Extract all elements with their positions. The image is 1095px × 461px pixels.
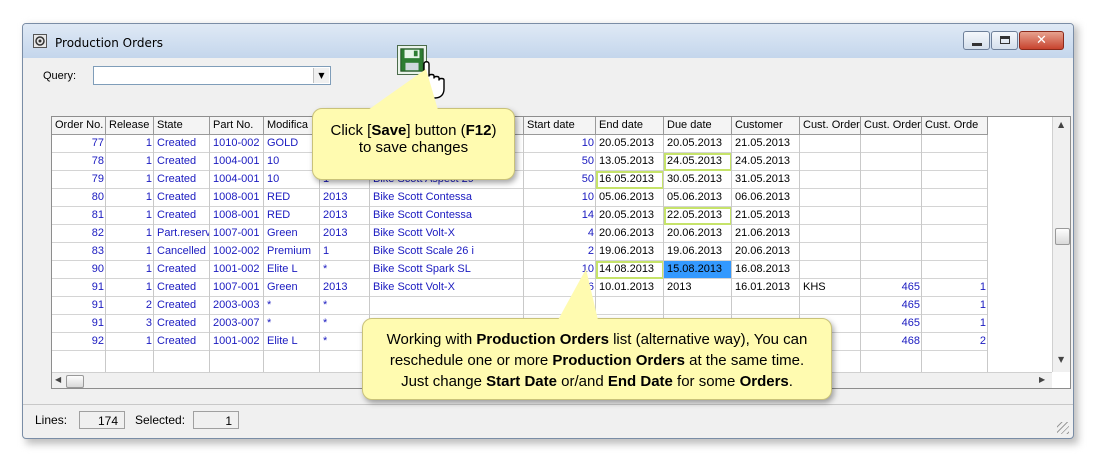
- query-dropdown[interactable]: ▼: [93, 66, 331, 85]
- scroll-right-icon[interactable]: ▶: [1039, 375, 1045, 384]
- vertical-scrollbar[interactable]: ▲ ▼: [1052, 117, 1070, 372]
- list-callout-bold: End Date: [607, 373, 673, 390]
- column-divider: [52, 117, 106, 372]
- column-divider: [922, 117, 988, 372]
- maximize-button[interactable]: [991, 31, 1018, 50]
- save-callout-mid: ] button (: [406, 122, 466, 139]
- list-callout-text: Working with: [386, 331, 477, 348]
- column-header[interactable]: Cust. Orde: [922, 117, 988, 135]
- list-callout-text: or/and: [556, 373, 608, 390]
- column-header[interactable]: Customer: [732, 117, 800, 135]
- save-callout-key: F12: [465, 122, 492, 139]
- column-divider: [861, 117, 922, 372]
- vertical-scroll-thumb[interactable]: [1055, 228, 1070, 245]
- callout-pointer: [558, 269, 598, 320]
- save-callout-pre: Click [: [330, 122, 372, 139]
- callout-pointer: [368, 69, 438, 110]
- list-callout-text: reschedule one or more: [389, 352, 553, 369]
- list-callout-text: .: [788, 373, 793, 390]
- production-orders-icon: [33, 34, 47, 48]
- column-header[interactable]: State: [154, 117, 210, 135]
- list-callout-text: at the same time.: [684, 352, 805, 369]
- list-callout-text: for some: [672, 373, 740, 390]
- column-header[interactable]: End date: [596, 117, 664, 135]
- title-bar[interactable]: Production Orders ✕: [23, 24, 1073, 58]
- maximize-icon: [1000, 36, 1010, 44]
- selected-label: Selected:: [135, 413, 186, 427]
- column-divider: [106, 117, 154, 372]
- close-button[interactable]: ✕: [1019, 31, 1064, 50]
- resize-grip-icon[interactable]: [1057, 422, 1069, 434]
- column-divider: [154, 117, 210, 372]
- column-header[interactable]: Order No.: [52, 117, 106, 135]
- column-header[interactable]: Start date: [524, 117, 596, 135]
- list-callout-text: list (alternative way), You can: [608, 331, 808, 348]
- save-callout: Click [Save] button (F12) to save change…: [312, 69, 515, 180]
- scroll-down-icon[interactable]: ▼: [1058, 355, 1064, 364]
- chevron-down-icon[interactable]: ▼: [313, 68, 329, 83]
- list-callout: Working with Production Orders list (alt…: [362, 269, 832, 400]
- save-callout-save: Save: [371, 122, 407, 139]
- save-callout-post: ): [491, 122, 497, 139]
- window-title: Production Orders: [55, 36, 164, 50]
- minimize-icon: [972, 43, 982, 46]
- close-icon: ✕: [1036, 33, 1047, 48]
- save-callout-line2: to save changes: [358, 139, 469, 156]
- lines-count: 174: [79, 411, 125, 429]
- status-divider: [23, 404, 1073, 405]
- column-header[interactable]: Cust. Order L: [861, 117, 922, 135]
- list-callout-bold: Orders: [739, 373, 789, 390]
- list-callout-bold: Start Date: [486, 373, 557, 390]
- column-header[interactable]: Part No.: [210, 117, 264, 135]
- column-header[interactable]: Release: [106, 117, 154, 135]
- list-callout-text: Just change: [401, 373, 487, 390]
- column-divider: [210, 117, 264, 372]
- horizontal-scroll-thumb[interactable]: [66, 375, 84, 388]
- column-header[interactable]: Cust. Order: [800, 117, 861, 135]
- scroll-left-icon[interactable]: ◀: [55, 375, 61, 384]
- column-header[interactable]: Due date: [664, 117, 732, 135]
- lines-label: Lines:: [35, 413, 68, 427]
- minimize-button[interactable]: [963, 31, 990, 50]
- query-label: Query:: [43, 70, 77, 82]
- selected-count: 1: [193, 411, 239, 429]
- list-callout-bold: Production Orders: [552, 352, 685, 369]
- scroll-up-icon[interactable]: ▲: [1058, 120, 1064, 129]
- list-callout-bold: Production Orders: [476, 331, 609, 348]
